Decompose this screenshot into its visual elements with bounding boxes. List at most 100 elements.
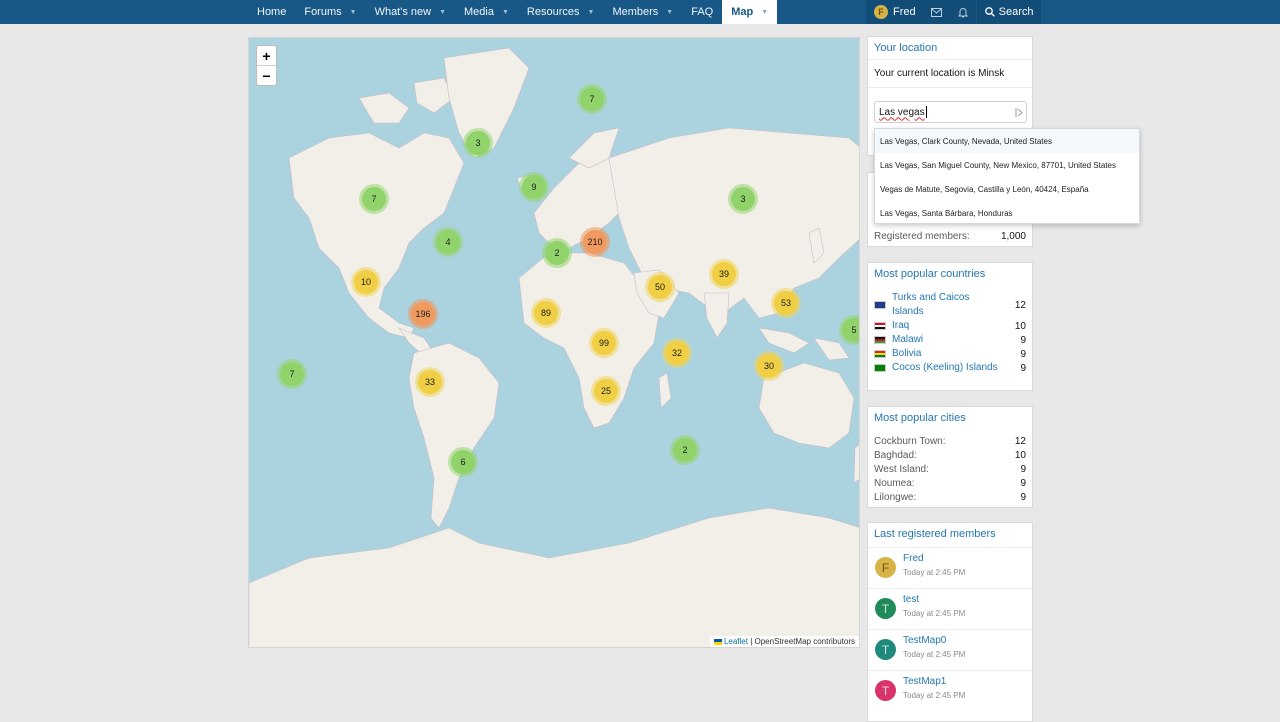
member-name-link[interactable]: test: [903, 594, 919, 605]
member-join-time: Today at 2:45 PM: [903, 568, 966, 577]
suggestion-item[interactable]: Las Vegas, Santa Bárbara, Honduras: [875, 201, 1139, 225]
avatar[interactable]: T: [875, 598, 896, 619]
top-navbar: Home Forums ▼ What's new ▼ Media ▼ Resource…: [0, 0, 1280, 24]
map-cluster-marker[interactable]: 33: [418, 370, 442, 394]
map-cluster-marker[interactable]: 89: [534, 301, 558, 325]
avatar[interactable]: F: [875, 557, 896, 578]
chevron-down-icon[interactable]: ▼: [439, 9, 446, 16]
country-link[interactable]: Turks and Caicos Islands: [892, 291, 1002, 319]
chevron-down-icon[interactable]: ▼: [588, 9, 595, 16]
map-cluster-marker[interactable]: 7: [362, 187, 386, 211]
zoom-out-button[interactable]: −: [257, 66, 276, 86]
registered-members-row: Registered members: 1,000: [874, 231, 1026, 242]
city-name: Cockburn Town:: [874, 436, 946, 447]
leaflet-link[interactable]: Leaflet: [724, 637, 748, 646]
nav-home[interactable]: Home: [248, 0, 295, 24]
inbox-button[interactable]: [923, 0, 950, 24]
country-link[interactable]: Bolivia: [892, 347, 1002, 361]
avatar[interactable]: T: [875, 680, 896, 701]
chevron-down-icon[interactable]: ▼: [761, 9, 768, 16]
map-cluster-marker[interactable]: 196: [411, 302, 435, 326]
map-cluster-marker[interactable]: 210: [583, 230, 607, 254]
popular-countries-block: Most popular countries Turks and Caicos …: [867, 262, 1033, 391]
location-suggestions-dropdown: Las Vegas, Clark County, Nevada, United …: [874, 128, 1140, 224]
map-cluster-marker[interactable]: 39: [712, 262, 736, 286]
text-caret: [925, 106, 927, 118]
map-cluster-marker[interactable]: 5: [842, 318, 859, 342]
search-label: Search: [998, 6, 1034, 18]
suggestion-item[interactable]: Vegas de Matute, Segovia, Castilla y Leó…: [875, 177, 1139, 201]
suggestion-item[interactable]: Las Vegas, Clark County, Nevada, United …: [875, 129, 1139, 153]
chevron-down-icon[interactable]: ▼: [350, 9, 357, 16]
map-cluster-marker[interactable]: 50: [648, 275, 672, 299]
map-cluster-marker[interactable]: 30: [757, 354, 781, 378]
user-nav: F Fred Search: [866, 0, 1042, 24]
nav-media-label: Media: [464, 6, 494, 18]
avatar[interactable]: T: [875, 639, 896, 660]
member-join-time: Today at 2:45 PM: [903, 650, 966, 659]
city-row: Lilongwe: 9: [874, 492, 1026, 503]
map-cluster-marker[interactable]: 2: [545, 241, 569, 265]
search-button[interactable]: Search: [976, 0, 1042, 24]
map-cluster-marker[interactable]: 99: [592, 331, 616, 355]
country-count: 12: [1014, 299, 1026, 311]
country-row: Cocos (Keeling) Islands 9: [874, 361, 1026, 375]
map-cluster-marker[interactable]: 10: [354, 270, 378, 294]
chevron-down-icon[interactable]: ▼: [502, 9, 509, 16]
nav-resources-label: Resources: [526, 6, 580, 18]
city-name: Lilongwe:: [874, 492, 917, 503]
map-cluster-marker[interactable]: 9: [522, 175, 546, 199]
map-cluster-marker[interactable]: 32: [665, 341, 689, 365]
nav-home-label: Home: [257, 6, 287, 18]
country-row: Iraq 10: [874, 319, 1026, 333]
envelope-icon: [931, 7, 943, 17]
zoom-control: + −: [256, 45, 277, 86]
clear-input-icon[interactable]: [1015, 107, 1023, 118]
map-cluster-marker[interactable]: 25: [594, 379, 618, 403]
nav-members[interactable]: Members ▼: [603, 0, 682, 24]
chevron-down-icon[interactable]: ▼: [666, 9, 673, 16]
avatar: F: [874, 5, 888, 19]
nav-faq[interactable]: FAQ: [682, 0, 722, 24]
country-link[interactable]: Iraq: [892, 319, 1002, 333]
country-count: 9: [1020, 348, 1026, 360]
member-row: T TestMap1 Today at 2:45 PM: [868, 670, 1032, 711]
bell-icon: [957, 7, 968, 17]
map-cluster-marker[interactable]: 7: [280, 362, 304, 386]
map-cluster-marker[interactable]: 3: [466, 131, 490, 155]
flag-icon: [874, 364, 886, 372]
map-cluster-marker[interactable]: 3: [731, 187, 755, 211]
suggestion-item[interactable]: Las Vegas, San Miguel County, New Mexico…: [875, 153, 1139, 177]
nav-whats-new[interactable]: What's new ▼: [366, 0, 455, 24]
map-cluster-marker[interactable]: 4: [436, 230, 460, 254]
last-registered-members-title: Last registered members: [874, 528, 996, 540]
country-count: 9: [1020, 334, 1026, 346]
country-count: 10: [1014, 320, 1026, 332]
city-row: Noumea: 9: [874, 478, 1026, 489]
map-cluster-marker[interactable]: 6: [451, 450, 475, 474]
nav-resources[interactable]: Resources ▼: [518, 0, 604, 24]
member-name-link[interactable]: TestMap0: [903, 635, 946, 646]
popular-cities-block: Most popular cities Cockburn Town: 12 Bag…: [867, 406, 1033, 508]
nav-map[interactable]: Map ▼: [722, 0, 778, 24]
registered-members-label: Registered members:: [874, 231, 970, 242]
member-row: F Fred Today at 2:45 PM: [868, 547, 1032, 588]
nav-whats-new-label: What's new: [374, 6, 432, 18]
nav-media[interactable]: Media ▼: [455, 0, 518, 24]
location-search-input[interactable]: Las vegas: [874, 101, 1027, 123]
map-cluster-marker[interactable]: 53: [774, 291, 798, 315]
nav-forums[interactable]: Forums ▼: [295, 0, 365, 24]
country-count: 9: [1020, 362, 1026, 374]
map-land-layer: [249, 47, 859, 647]
member-name-link[interactable]: TestMap1: [903, 676, 946, 687]
country-row: Bolivia 9: [874, 347, 1026, 361]
member-name-link[interactable]: Fred: [903, 553, 924, 564]
alerts-button[interactable]: [949, 0, 976, 24]
world-map[interactable]: + − 7 3 9 3 7 4 2 210 10 196 89 50 39 53…: [248, 37, 860, 648]
zoom-in-button[interactable]: +: [257, 46, 276, 66]
map-cluster-marker[interactable]: 7: [580, 87, 604, 111]
country-link[interactable]: Malawi: [892, 333, 1002, 347]
map-cluster-marker[interactable]: 2: [673, 438, 697, 462]
user-menu[interactable]: F Fred: [866, 0, 924, 24]
country-link[interactable]: Cocos (Keeling) Islands: [892, 361, 1002, 375]
